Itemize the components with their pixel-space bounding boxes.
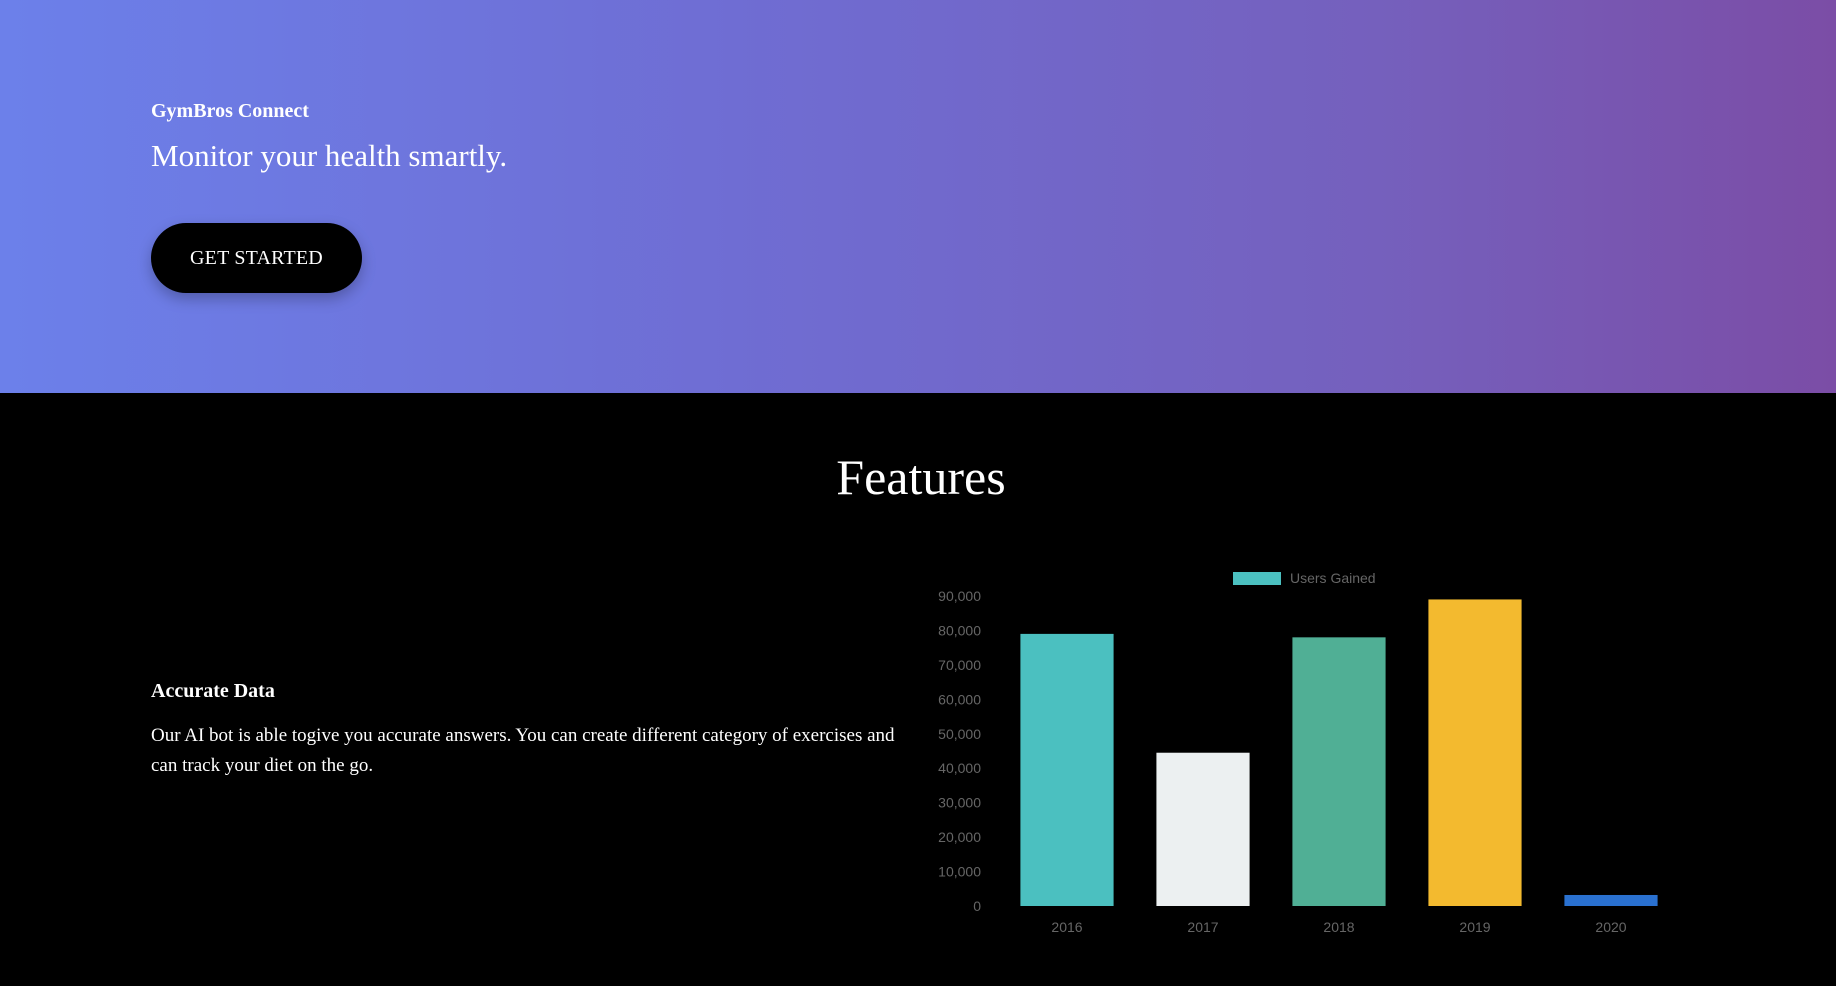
y-tick-label: 20,000	[938, 829, 981, 845]
feature-item: Accurate Data Our AI bot is able togive …	[151, 680, 911, 781]
brand-name: GymBros Connect	[151, 100, 309, 122]
y-tick-label: 70,000	[938, 657, 981, 673]
x-tick-label: 2018	[1323, 919, 1354, 935]
y-tick-label: 90,000	[938, 588, 981, 604]
feature-description: Our AI bot is able togive you accurate a…	[151, 725, 895, 776]
legend-swatch	[1233, 572, 1281, 585]
bar-2019[interactable]	[1428, 599, 1522, 906]
users-gained-chart: Users Gained 0 10,000 20,000 30,000 40,000 50,…	[910, 560, 1690, 940]
hero-section: GymBros Connect Monitor your health smar…	[0, 0, 1836, 393]
chart-svg: Users Gained 0 10,000 20,000 30,000 40,000 50,…	[938, 570, 1658, 935]
legend-label: Users Gained	[1290, 570, 1376, 586]
bar-2016[interactable]	[1020, 633, 1114, 906]
y-tick-label: 50,000	[938, 726, 981, 742]
y-tick-label: 10,000	[938, 864, 981, 880]
x-tick-label: 2017	[1187, 919, 1218, 935]
bar-2017[interactable]	[1156, 752, 1250, 906]
y-tick-label: 30,000	[938, 795, 981, 811]
bar-2018[interactable]	[1292, 637, 1386, 906]
y-tick-label: 40,000	[938, 760, 981, 776]
get-started-button[interactable]: GET STARTED	[151, 223, 362, 293]
bar-2020[interactable]	[1564, 894, 1658, 906]
chart-legend[interactable]: Users Gained	[1233, 570, 1376, 586]
hero-tagline: Monitor your health smartly.	[151, 138, 508, 173]
x-tick-label: 2019	[1459, 919, 1490, 935]
x-tick-label: 2016	[1051, 919, 1082, 935]
y-tick-label: 60,000	[938, 691, 981, 707]
feature-heading: Accurate Data	[151, 680, 275, 702]
features-title: Features	[836, 449, 1006, 505]
y-tick-label: 0	[973, 898, 981, 914]
x-tick-label: 2020	[1595, 919, 1626, 935]
y-tick-label: 80,000	[938, 622, 981, 638]
